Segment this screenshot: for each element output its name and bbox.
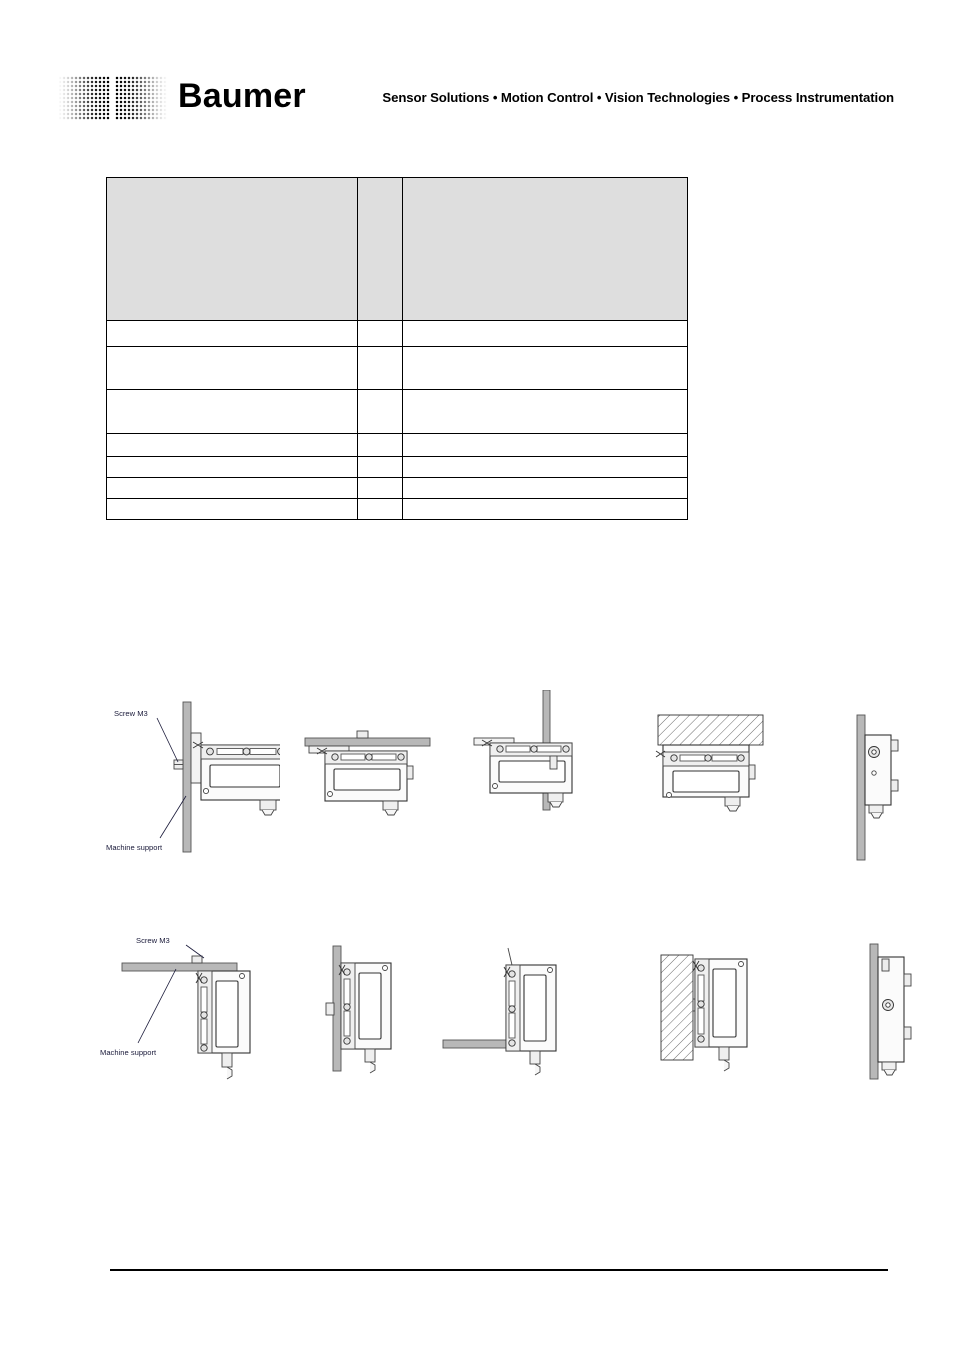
callout-screw-label: Screw M3 xyxy=(136,936,170,945)
table-cell xyxy=(106,389,358,434)
header-tagline: Sensor Solutions • Motion Control • Visi… xyxy=(382,90,894,105)
table-row xyxy=(106,498,688,520)
mounting-diagram-row-bottom: Screw M3 Machine support xyxy=(0,925,954,1105)
table-row xyxy=(106,389,688,434)
table-cell xyxy=(357,320,403,347)
table-cell xyxy=(402,346,688,390)
mounting-horizontal-plate-with-vertical-wall xyxy=(460,689,620,855)
table-cell xyxy=(106,477,358,499)
table-cell xyxy=(106,498,358,520)
table-cell xyxy=(357,389,403,434)
table-row xyxy=(106,346,688,390)
table-row xyxy=(106,433,688,457)
mounting-vertical-plate-front: Screw M3 Machine support xyxy=(100,690,296,875)
table-cell xyxy=(106,433,358,457)
table-header-cell-3 xyxy=(402,177,688,321)
mounting-diagram-row-top: Screw M3 Machine support xyxy=(0,689,954,890)
table-cell xyxy=(106,346,358,390)
mounting-rotated-horizontal-plate-top: Screw M3 Machine support xyxy=(100,925,290,1100)
table-cell xyxy=(402,320,688,347)
table-cell xyxy=(357,477,403,499)
table-cell xyxy=(106,456,358,478)
table-row xyxy=(106,320,688,347)
mounting-rotated-vertical-plate-left xyxy=(315,941,435,1086)
callout-support-label: Machine support xyxy=(100,1048,157,1057)
baumer-halftone-logo-icon xyxy=(58,76,168,120)
mounting-horizontal-plate-top xyxy=(295,718,455,853)
mounting-hatched-block-above xyxy=(640,705,810,860)
footer-divider xyxy=(110,1269,888,1271)
page-header: Baumer Sensor Solutions • Motion Control… xyxy=(0,0,954,150)
table-cell xyxy=(357,456,403,478)
table-cell xyxy=(106,320,358,347)
table-cell xyxy=(402,456,688,478)
table-cell xyxy=(402,433,688,457)
callout-support-label: Machine support xyxy=(106,843,163,852)
table-header-row xyxy=(106,177,688,321)
brand-name: Baumer xyxy=(178,77,306,115)
callout-screw-label: Screw M3 xyxy=(114,709,148,718)
mounting-rotated-hatched-block-left xyxy=(655,939,795,1094)
table-header-cell-2 xyxy=(357,177,403,321)
mounting-rotated-horizontal-plate-bottom xyxy=(440,943,585,1088)
mounting-rotated-side-profile-plate xyxy=(860,939,930,1094)
table-cell xyxy=(402,477,688,499)
table-cell xyxy=(357,498,403,520)
table-row xyxy=(106,477,688,499)
specification-table xyxy=(106,177,688,520)
table-row xyxy=(106,456,688,478)
mounting-side-profile-plate xyxy=(845,710,915,875)
table-cell xyxy=(357,433,403,457)
table-header-cell-1 xyxy=(106,177,358,321)
table-cell xyxy=(402,498,688,520)
table-cell xyxy=(402,389,688,434)
table-cell xyxy=(357,346,403,390)
